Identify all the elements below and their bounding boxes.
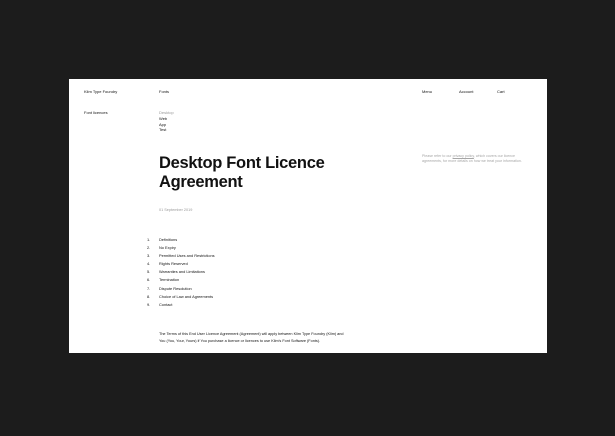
toc-label: Choice of Law and Agreements: [159, 293, 214, 299]
licence-page: Klim Type Foundry Fonts Menu Account Car…: [69, 79, 547, 353]
toc-item[interactable]: 2. No Expiry: [147, 244, 215, 252]
nav-menu-link[interactable]: Menu: [422, 89, 432, 94]
toc-label: Warranties and Limitations: [159, 269, 205, 275]
privacy-note: Please refer to our privacy policy, whic…: [422, 154, 532, 164]
site-name-link[interactable]: Klim Type Foundry: [84, 89, 117, 94]
toc-item[interactable]: 1. Definitions: [147, 236, 215, 244]
table-of-contents: 1. Definitions 2. No Expiry 3. Permitted Us…: [147, 236, 215, 309]
privacy-note-text-before: Please refer to our: [422, 154, 453, 158]
nav-cart-link[interactable]: Cart: [497, 89, 505, 94]
toc-label: No Expiry: [159, 245, 176, 251]
toc-item[interactable]: 6. Termination: [147, 276, 215, 284]
tab-test[interactable]: Test: [159, 127, 174, 133]
toc-number: 1.: [147, 237, 151, 242]
intro-paragraph: The Terms of this End User Licence Agree…: [159, 332, 344, 343]
agreement-date: 01 September 2019: [159, 208, 193, 212]
toc-item[interactable]: 8. Choice of Law and Agreements: [147, 293, 215, 301]
toc-number: 9.: [147, 301, 151, 307]
nav-fonts-link[interactable]: Fonts: [159, 89, 169, 94]
toc-number: 3.: [147, 253, 151, 259]
toc-number: 8.: [147, 293, 151, 299]
section-label: Font licences: [84, 110, 108, 115]
licence-type-tabs: Desktop Web App Test: [159, 110, 174, 133]
privacy-policy-link[interactable]: privacy policy: [453, 154, 474, 158]
toc-number: 6.: [147, 277, 151, 283]
toc-item[interactable]: 4. Rights Reserved: [147, 260, 215, 268]
page-title: Desktop Font Licence Agreement: [159, 154, 325, 191]
toc-label: Rights Reserved: [159, 261, 188, 267]
toc-number: 2.: [147, 245, 151, 251]
toc-label: Permitted Uses and Restrictions: [159, 253, 215, 259]
toc-label: Contact: [159, 301, 173, 307]
toc-number: 4.: [147, 261, 151, 267]
toc-label: Definitions: [159, 237, 178, 242]
tab-desktop[interactable]: Desktop: [159, 110, 174, 116]
toc-label: Dispute Resolution: [159, 285, 192, 291]
nav-account-link[interactable]: Account: [459, 89, 473, 94]
toc-item[interactable]: 7. Dispute Resolution: [147, 285, 215, 293]
toc-label: Termination: [159, 277, 180, 283]
toc-number: 7.: [147, 285, 151, 291]
toc-item[interactable]: 9. Contact: [147, 301, 215, 309]
toc-item[interactable]: 5. Warranties and Limitations: [147, 268, 215, 276]
toc-item[interactable]: 3. Permitted Uses and Restrictions: [147, 252, 215, 260]
toc-number: 5.: [147, 269, 151, 275]
